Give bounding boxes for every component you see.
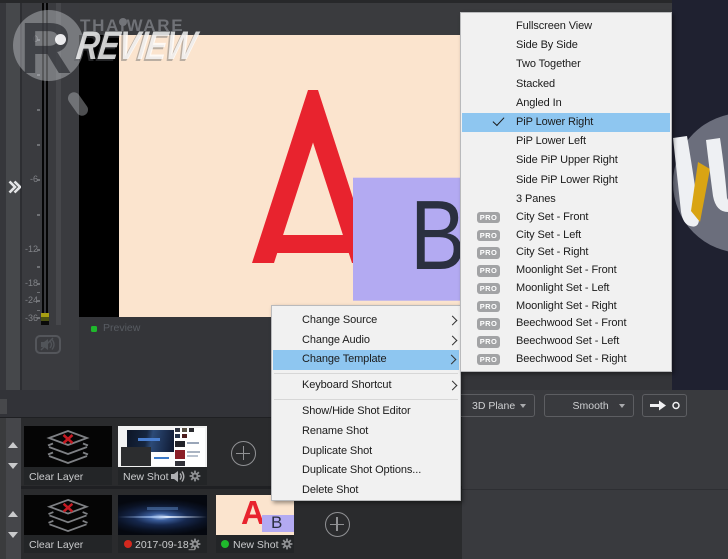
- svg-text:B: B: [410, 180, 466, 290]
